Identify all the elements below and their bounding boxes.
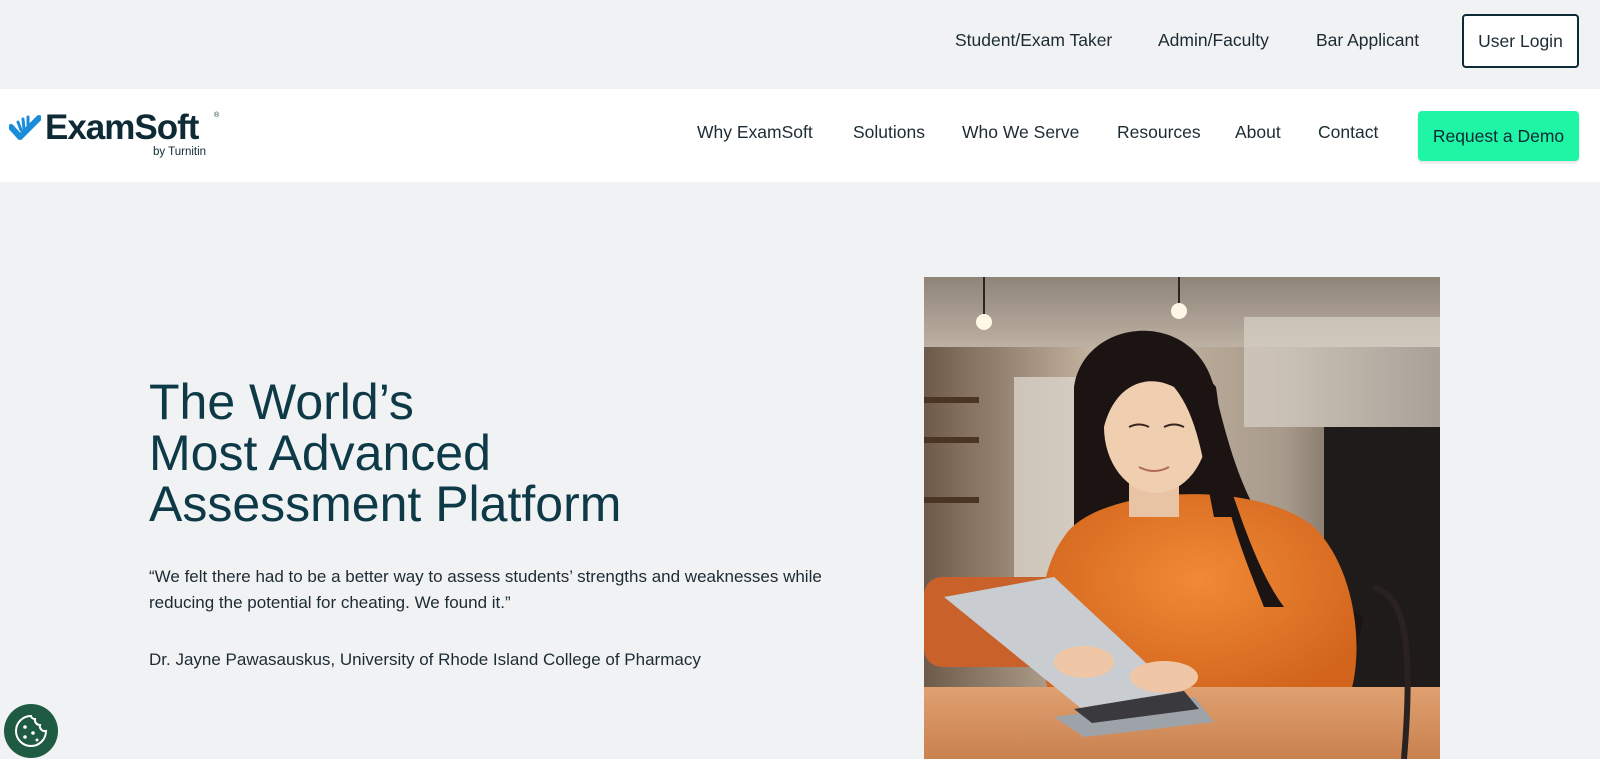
cookie-icon [15, 714, 48, 747]
nav-solutions[interactable]: Solutions [853, 122, 925, 143]
nav-who-we-serve[interactable]: Who We Serve [962, 122, 1079, 143]
hero-photo-illustration [924, 277, 1440, 759]
logo-registered-mark: ® [214, 112, 220, 119]
user-login-button[interactable]: User Login [1462, 14, 1579, 68]
logo-wordmark: ExamSoft [45, 108, 199, 147]
nav-why-examsoft[interactable]: Why ExamSoft [697, 122, 813, 143]
bar-applicant-link[interactable]: Bar Applicant [1316, 30, 1419, 51]
hero-title-line: Most Advanced [149, 425, 491, 481]
check-hand-icon [9, 115, 41, 140]
hero-testimonial-quote: “We felt there had to be a better way to… [149, 567, 822, 612]
utility-bar: Student/Exam Taker Admin/Faculty Bar App… [0, 0, 1600, 89]
hero-testimonial-author: Dr. Jayne Pawasauskus, University of Rho… [149, 650, 701, 669]
request-demo-button[interactable]: Request a Demo [1418, 111, 1579, 161]
cookie-settings-button[interactable] [4, 704, 58, 758]
nav-resources[interactable]: Resources [1117, 122, 1201, 143]
examsoft-logo[interactable]: ExamSoft ® by Turnitin [9, 109, 219, 159]
main-navigation: ExamSoft ® by Turnitin Why ExamSoft Solu… [0, 89, 1600, 182]
hero-title: The World’s Most Advanced Assessment Pla… [149, 377, 889, 530]
student-exam-taker-link[interactable]: Student/Exam Taker [955, 30, 1112, 51]
admin-faculty-link[interactable]: Admin/Faculty [1158, 30, 1269, 51]
nav-about[interactable]: About [1235, 122, 1281, 143]
logo-byline: by Turnitin [153, 146, 207, 158]
hero-title-line: The World’s [149, 374, 414, 430]
hero-photo-student-laptop [924, 277, 1440, 759]
nav-contact[interactable]: Contact [1318, 122, 1378, 143]
hero-title-line: Assessment Platform [149, 476, 622, 532]
